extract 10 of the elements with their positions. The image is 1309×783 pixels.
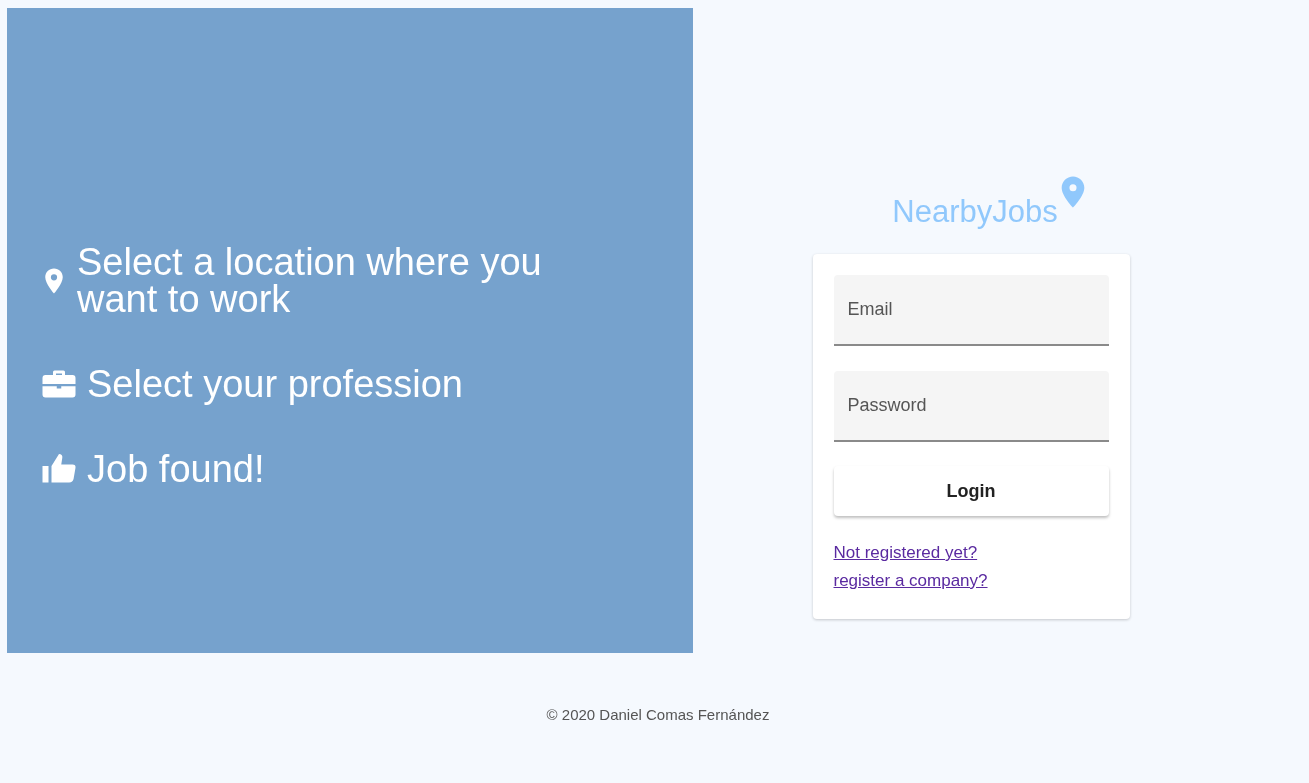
register-link[interactable]: Not registered yet? bbox=[833, 539, 978, 567]
feature-text: Job found! bbox=[87, 450, 265, 488]
password-field[interactable]: Password bbox=[833, 371, 1109, 442]
email-field[interactable]: Email bbox=[833, 275, 1109, 346]
register-link[interactable]: register a company? bbox=[833, 567, 988, 595]
feature-text: Select your profession bbox=[87, 365, 463, 403]
copyright-text: © 2020 Daniel Comas Fernández bbox=[546, 705, 770, 723]
brand-logo-text: NearbyJobs bbox=[892, 194, 1058, 230]
login-button[interactable]: Login bbox=[833, 466, 1109, 516]
feature-text: Select a location where you want to work bbox=[77, 243, 543, 318]
